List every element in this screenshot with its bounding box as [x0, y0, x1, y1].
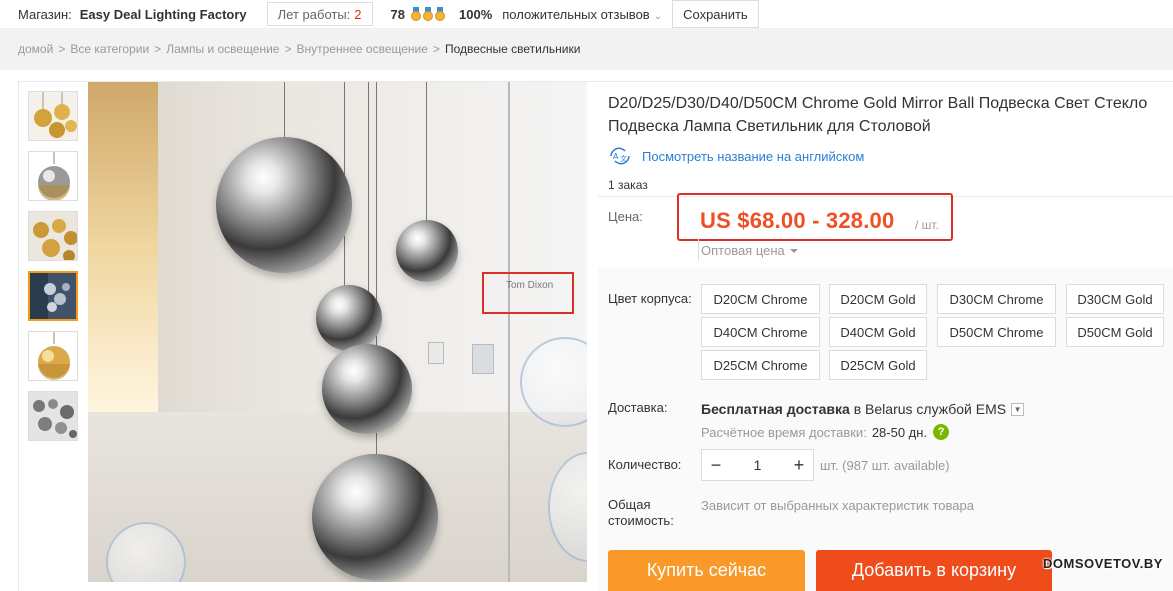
wholesale-label: Оптовая цена	[701, 243, 785, 258]
shipping-free: Бесплатная доставка	[701, 401, 850, 417]
price-highlight-box	[677, 193, 953, 241]
store-score: 78	[390, 6, 405, 22]
eta-value: 28-50 дн.	[871, 424, 928, 440]
thumbnail[interactable]	[28, 331, 78, 381]
thumbnail[interactable]	[28, 211, 78, 261]
thumbnail[interactable]	[28, 91, 78, 141]
caret-down-icon	[789, 248, 798, 253]
quantity-label: Количество:	[608, 457, 682, 472]
positive-percent: 100%	[459, 6, 493, 22]
view-english-label: Посмотреть название на английском	[642, 148, 865, 164]
view-english-link[interactable]: A文 Посмотреть название на английском	[608, 147, 1173, 165]
watermark-text: DOMSOVETOV.BY	[1043, 556, 1163, 571]
total-value: Зависит от выбранных характеристик товар…	[701, 498, 974, 513]
product-info: D20/D25/D30/D40/D50CM Chrome Gold Mirror…	[608, 92, 1173, 192]
eta-label: Расчётное время доставки:	[701, 424, 867, 440]
mirror-ball	[316, 285, 382, 351]
medal-icon	[411, 7, 421, 21]
thumbnail[interactable]	[28, 391, 78, 441]
shipping-dropdown-icon[interactable]: ▼	[1011, 402, 1025, 416]
delivery-eta: Расчётное время доставки: 28-50 дн. ?	[701, 424, 950, 440]
medal-icon	[435, 7, 445, 21]
total-label: Общая стоимость:	[608, 497, 674, 528]
main-product-image[interactable]: Tom Dixon	[88, 82, 587, 582]
svg-text:文: 文	[620, 154, 627, 163]
color-option[interactable]: D20CM Gold	[829, 284, 927, 314]
breadcrumb-separator: >	[284, 42, 292, 56]
quantity-available: шт. (987 шт. available)	[820, 458, 950, 473]
shipping-label: Доставка:	[608, 400, 668, 415]
quantity-stepper: − 1 +	[701, 449, 814, 481]
store-years-badge: Лет работы: 2	[266, 2, 373, 26]
medal-icon	[423, 7, 433, 21]
color-option[interactable]: D30CM Gold	[1066, 284, 1164, 314]
thumbnail-list	[28, 91, 78, 451]
translate-icon: A文	[608, 147, 632, 165]
mirror-ball	[216, 137, 352, 273]
breadcrumb-separator: >	[58, 42, 66, 56]
color-option[interactable]: D50CM Gold	[1066, 317, 1164, 347]
price-label: Цена:	[608, 209, 643, 224]
mirror-ball	[322, 344, 412, 434]
plus-icon[interactable]: +	[785, 450, 813, 480]
shipping-value: Бесплатная доставка в Belarus службой EM…	[701, 401, 1025, 417]
breadcrumb-pendant[interactable]: Подвесные светильники	[445, 42, 580, 56]
color-label: Цвет корпуса:	[608, 291, 692, 306]
store-name-link[interactable]: Easy Deal Lighting Factory	[80, 7, 247, 22]
buy-now-button[interactable]: Купить сейчас	[608, 550, 805, 591]
product-title: D20/D25/D30/D40/D50CM Chrome Gold Mirror…	[608, 95, 1148, 135]
positive-label: положительных отзывов	[502, 6, 650, 22]
store-bar: Магазин: Easy Deal Lighting Factory Лет …	[0, 0, 1173, 28]
breadcrumb-home[interactable]: домой	[18, 42, 53, 56]
wholesale-price-dropdown[interactable]: Оптовая цена	[698, 239, 798, 261]
color-option[interactable]: D50CM Chrome	[937, 317, 1056, 347]
color-option[interactable]: D20CM Chrome	[701, 284, 820, 314]
thumbnail-active[interactable]	[28, 271, 78, 321]
store-label: Магазин:	[18, 6, 72, 22]
quantity-input[interactable]: 1	[730, 457, 785, 473]
mirror-ball	[312, 454, 438, 580]
breadcrumb-separator: >	[432, 42, 440, 56]
save-store-button[interactable]: Сохранить	[672, 0, 759, 28]
positive-feedback-dropdown[interactable]: положительных отзывов ⌄	[502, 7, 662, 22]
color-option[interactable]: D30CM Chrome	[937, 284, 1056, 314]
thumbnail[interactable]	[28, 151, 78, 201]
help-icon[interactable]: ?	[933, 424, 950, 440]
chevron-down-icon: ⌄	[653, 10, 663, 22]
svg-text:A: A	[613, 152, 619, 161]
breadcrumb-indoor[interactable]: Внутреннее освещение	[297, 42, 428, 56]
color-option[interactable]: D40CM Gold	[829, 317, 927, 347]
medals	[411, 7, 445, 21]
breadcrumb-separator: >	[154, 42, 162, 56]
color-option[interactable]: D25CM Chrome	[701, 350, 820, 380]
minus-icon[interactable]: −	[702, 450, 730, 480]
mirror-ball	[396, 220, 458, 282]
breadcrumb-all-categories[interactable]: Все категории	[70, 42, 149, 56]
years-value: 2	[354, 6, 362, 22]
orders-count: 1 заказ	[608, 178, 648, 192]
add-to-cart-button[interactable]: Добавить в корзину	[816, 550, 1052, 591]
color-option[interactable]: D25CM Gold	[829, 350, 927, 380]
breadcrumb: домой > Все категории > Лампы и освещени…	[0, 28, 1173, 70]
years-label: Лет работы:	[277, 6, 351, 22]
highlight-box	[482, 272, 574, 314]
shipping-to: в Belarus службой EMS	[853, 401, 1007, 417]
breadcrumb-lamps[interactable]: Лампы и освещение	[166, 42, 279, 56]
color-option[interactable]: D40CM Chrome	[701, 317, 820, 347]
